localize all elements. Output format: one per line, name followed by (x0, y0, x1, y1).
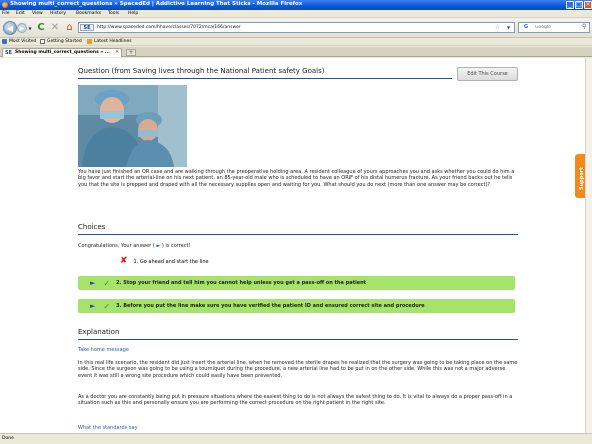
rss-icon (87, 39, 92, 44)
tab-active[interactable]: SE Showing multi_correct_questions » ...… (2, 48, 122, 57)
chevron-down-icon: ▼ (28, 26, 32, 31)
bookmark-latest-headlines[interactable]: Latest Headlines (87, 39, 132, 44)
menu-history[interactable]: History (50, 11, 66, 16)
tab-label: Showing multi_correct_questions » ... (15, 50, 110, 55)
menu-tools[interactable]: Tools (108, 11, 119, 16)
choice-3-correct: ► ✓ 3. Before you put the line make sure… (78, 299, 515, 313)
explanation-paragraph-2: As a doctor you are constantly being put… (78, 394, 513, 407)
choice-3-label: 3. Before you put the line make sure you… (116, 303, 425, 309)
site-identity-badge[interactable]: SE (80, 24, 94, 31)
check-mark-icon: ✓ (103, 278, 111, 288)
window-title: Showing multi_correct_questions » Spaced… (10, 1, 303, 7)
congrats-text-start: Congratulations, Your answer ( (78, 243, 157, 249)
search-icon[interactable]: ⚲ (582, 23, 586, 30)
url-text[interactable]: http://www.spaceded.com/hhave/classes/70… (97, 25, 241, 30)
menu-bar: File Edit View History Bookmarks Tools H… (0, 10, 592, 18)
home-icon: ⌂ (66, 22, 73, 33)
url-dropdown-icon[interactable]: ▼ (507, 25, 510, 30)
standards-link[interactable]: What the standards say (78, 425, 138, 431)
bookmark-label: Latest Headlines (94, 39, 132, 44)
status-text: Done (2, 436, 14, 441)
menu-edit[interactable]: Edit (16, 11, 25, 16)
bookmark-most-visited[interactable]: Most Visited (2, 39, 36, 44)
page-icon (40, 39, 45, 44)
stop-icon: ✕ (50, 22, 60, 33)
explanation-heading: Explanation (78, 328, 120, 336)
bookmark-getting-started[interactable]: Getting Started (40, 39, 82, 44)
reload-button[interactable]: C (36, 22, 46, 33)
new-tab-button[interactable]: + (126, 49, 136, 56)
selected-marker-icon: ► (90, 302, 96, 310)
search-bar[interactable]: G ⚲ (518, 22, 590, 33)
back-arrow-icon: ◀ (6, 23, 14, 33)
explanation-heading-rule (78, 339, 518, 340)
bookmarks-toolbar: Most Visited Getting Started Latest Head… (0, 38, 592, 46)
reload-icon: C (37, 22, 45, 33)
window-title-bar: Showing multi_correct_questions » Spaced… (0, 0, 592, 10)
stop-button[interactable]: ✕ (50, 22, 60, 33)
edit-course-button[interactable]: Edit This Course (457, 67, 518, 81)
folder-icon (2, 39, 7, 44)
maximize-button[interactable]: □ (575, 1, 583, 9)
choices-heading: Choices (78, 223, 106, 231)
google-icon[interactable]: G (520, 24, 532, 31)
check-mark-icon: ✓ (103, 301, 111, 311)
menu-file[interactable]: File (2, 11, 10, 16)
site-favicon: SE (5, 50, 13, 56)
tab-strip: SE Showing multi_correct_questions » ...… (0, 47, 592, 57)
question-photo (78, 85, 187, 167)
home-button[interactable]: ⌂ (64, 22, 75, 33)
menu-view[interactable]: View (32, 11, 43, 16)
choice-2-correct: ► ✓ 2. Stop your friend and tell him you… (78, 276, 515, 290)
history-dropdown-button[interactable]: ▼ (28, 26, 32, 31)
search-input[interactable] (535, 24, 579, 31)
close-window-button[interactable]: × (584, 1, 592, 9)
choice-1-incorrect: ✘ 1. Go ahead and start the line (120, 257, 209, 266)
question-heading: Question (from Saving lives through the … (78, 67, 325, 75)
cross-mark-icon: ✘ (120, 256, 128, 266)
navigation-toolbar: ◀ ▶ ▼ C ✕ ⌂ SE http://www.spaceded.com/h… (0, 18, 592, 38)
question-heading-rule (78, 78, 452, 79)
bookmark-star-icon[interactable]: ☆ (495, 24, 500, 31)
take-home-link[interactable]: Take home message (78, 347, 129, 353)
close-tab-icon[interactable]: × (115, 49, 119, 55)
back-button[interactable]: ◀ (3, 21, 17, 35)
selected-marker-icon: ► (90, 279, 96, 287)
status-bar: Done (0, 433, 592, 444)
question-text: You have just finished an OR case and ar… (78, 169, 515, 188)
bookmark-label: Getting Started (47, 39, 82, 44)
explanation-paragraph-1: In this real life scenario, the resident… (78, 360, 518, 379)
forward-button[interactable]: ▶ (17, 23, 27, 33)
congrats-text-end: ) is correct! (160, 243, 191, 249)
choice-1-label: 1. Go ahead and start the line (133, 258, 209, 265)
menu-bookmarks[interactable]: Bookmarks (76, 11, 101, 16)
congrats-message: Congratulations, Your answer ( ► ) is co… (78, 243, 191, 249)
forward-arrow-icon: ▶ (19, 24, 25, 32)
menu-help[interactable]: Help (128, 11, 138, 16)
page-scrollbar[interactable] (585, 58, 592, 433)
minimize-button[interactable]: _ (566, 1, 574, 9)
choice-2-label: 2. Stop your friend and tell him you can… (116, 280, 367, 286)
choices-heading-rule (78, 234, 518, 235)
page-content: Question (from Saving lives through the … (0, 58, 592, 433)
address-bar[interactable]: SE http://www.spaceded.com/hhave/classes… (78, 22, 515, 33)
bookmark-label: Most Visited (9, 39, 37, 44)
firefox-icon (2, 2, 8, 8)
